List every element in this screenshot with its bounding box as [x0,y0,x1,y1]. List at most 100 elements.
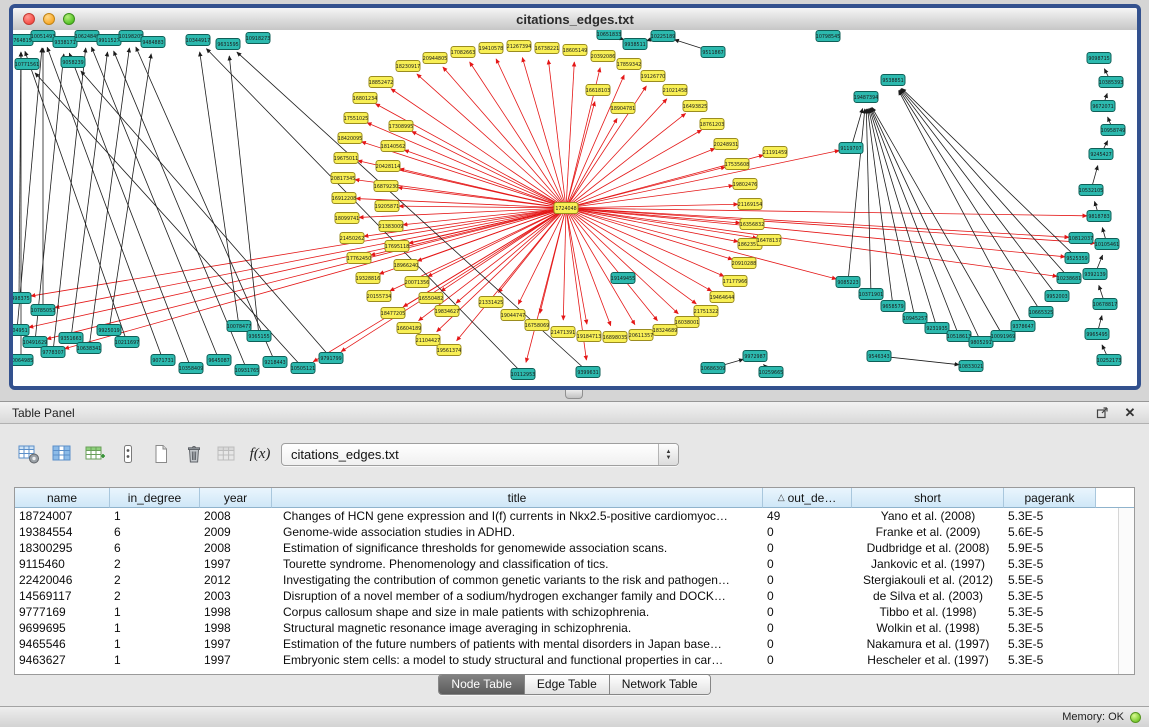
network-node[interactable]: 17535608 [725,159,749,170]
network-node[interactable]: 19126770 [641,71,665,82]
close-window-button[interactable] [23,13,35,25]
network-edge[interactable] [522,58,566,208]
network-node[interactable]: 19561374 [437,345,461,356]
network-edge[interactable] [566,208,757,238]
network-edge[interactable] [81,71,331,358]
table-settings-icon[interactable] [14,441,44,467]
network-node[interactable]: 17082663 [451,47,475,58]
network-edge[interactable] [417,74,566,208]
network-edge[interactable] [566,150,839,208]
network-node[interactable]: 10771561 [15,59,39,70]
network-node[interactable]: 18230917 [396,61,420,72]
network-node[interactable]: 16801234 [353,93,377,104]
table-row[interactable]: 1456911722003Disruption of a novel membe… [15,588,1134,604]
network-edge[interactable] [566,113,686,208]
float-panel-icon[interactable] [1095,406,1109,420]
network-node[interactable]: 10638341 [77,343,101,354]
network-edge[interactable] [47,47,163,360]
network-edge[interactable] [901,89,1069,278]
network-node[interactable]: 16879230 [374,181,398,192]
network-node[interactable]: 9805291 [969,337,993,348]
network-node[interactable]: 9338171 [53,37,77,48]
network-edge[interactable] [109,54,151,330]
network-node[interactable]: 17762450 [347,253,371,264]
network-node[interactable]: 16550482 [419,293,443,304]
network-node[interactable]: 21191459 [763,147,787,158]
network-node[interactable]: 9245427 [1089,149,1113,160]
network-node[interactable]: 9911527 [97,35,121,46]
network-node[interactable]: 9231935 [925,323,949,334]
network-node[interactable]: 10112953 [511,369,535,380]
network-edge[interactable] [428,208,566,277]
network-node[interactable]: 16038001 [675,317,699,328]
network-node[interactable]: 19184713 [577,331,601,342]
network-node[interactable]: 18904781 [611,103,635,114]
window-titlebar[interactable]: citations_edges.txt [13,8,1137,31]
network-node[interactable]: 9392139 [1083,269,1107,280]
network-node[interactable]: 9351663 [59,333,83,344]
table-scrollbar[interactable] [1118,508,1134,674]
network-node[interactable]: 9791799 [319,353,343,364]
network-node[interactable]: 17177966 [723,276,747,287]
network-node[interactable]: 9778307 [41,347,65,358]
network-node[interactable]: 10651833 [597,30,621,40]
network-view[interactable]: 1724048188524721680123417551025184200951… [13,30,1137,386]
table-row[interactable]: 1938455462009Genome-wide association stu… [15,524,1134,540]
network-node[interactable]: 9952003 [1045,291,1069,302]
network-node[interactable]: 9938511 [623,39,647,50]
network-node[interactable]: 19675011 [334,153,358,164]
network-node[interactable]: 10252173 [1097,355,1121,366]
import-table-icon[interactable] [80,441,110,467]
network-node[interactable]: 17859342 [617,59,641,70]
network-edge[interactable] [443,67,566,208]
network-node[interactable]: 16478137 [757,235,781,246]
network-node[interactable]: 21169154 [738,199,762,210]
network-edge[interactable] [566,118,617,208]
network-node[interactable]: 9399631 [576,367,600,378]
network-edge[interactable] [566,208,836,279]
network-edge[interactable] [400,169,566,208]
network-node[interactable]: 19328816 [356,273,380,284]
network-node[interactable]: 17695118 [385,241,409,252]
column-header-out_de[interactable]: △out_de… [763,488,852,508]
network-node[interactable]: 20392086 [591,51,615,62]
network-edge[interactable] [29,208,566,327]
network-node[interactable]: 10918273 [246,33,270,44]
network-node[interactable]: 9546343 [867,351,891,362]
network-node[interactable]: 20910288 [732,258,756,269]
network-node[interactable]: 9085223 [836,277,860,288]
network-node[interactable]: 9119707 [839,143,863,154]
network-node[interactable]: 9972987 [743,351,767,362]
network-node[interactable]: 9658579 [881,301,905,312]
column-header-title[interactable]: title [272,488,763,508]
network-node[interactable]: 16493825 [683,101,707,112]
network-node[interactable]: 18852472 [369,77,393,88]
network-node[interactable]: 9058239 [61,57,85,68]
network-node[interactable]: 9498375 [13,293,31,304]
table-row[interactable]: 911546021997Tourette syndrome. Phenomeno… [15,556,1134,572]
tab-node-table[interactable]: Node Table [439,675,525,694]
network-canvas[interactable]: 1724048188524721680123417551025184200951… [13,30,1137,386]
network-node[interactable]: 18966240 [394,260,418,271]
network-node[interactable]: 9378647 [1011,321,1035,332]
network-node[interactable]: 18140562 [381,141,405,152]
network-node[interactable]: 19487394 [854,92,878,103]
network-node[interactable]: 18761203 [700,119,724,130]
table-row[interactable]: 946554611997Estimation of the future num… [15,636,1134,652]
network-node[interactable]: 16604189 [397,323,421,334]
column-header-year[interactable]: year [200,488,272,508]
network-edge[interactable] [563,208,566,320]
table-row[interactable]: 969969511998Structural magnetic resonanc… [15,620,1134,636]
network-node[interactable]: 21751322 [694,306,718,317]
network-node[interactable]: 16912208 [332,193,356,204]
network-node[interactable]: 10371901 [859,289,883,300]
network-node[interactable]: 10238681 [1057,273,1081,284]
network-node[interactable]: 10945257 [903,313,927,324]
network-node[interactable]: 21104427 [416,335,440,346]
network-node[interactable]: 10064985 [13,355,33,366]
network-node[interactable]: 9645087 [207,355,231,366]
column-header-pagerank[interactable]: pagerank [1004,488,1096,508]
close-panel-icon[interactable]: ✕ [1123,406,1137,420]
network-node[interactable]: 10958749 [1101,125,1125,136]
network-edge[interactable] [53,48,86,352]
